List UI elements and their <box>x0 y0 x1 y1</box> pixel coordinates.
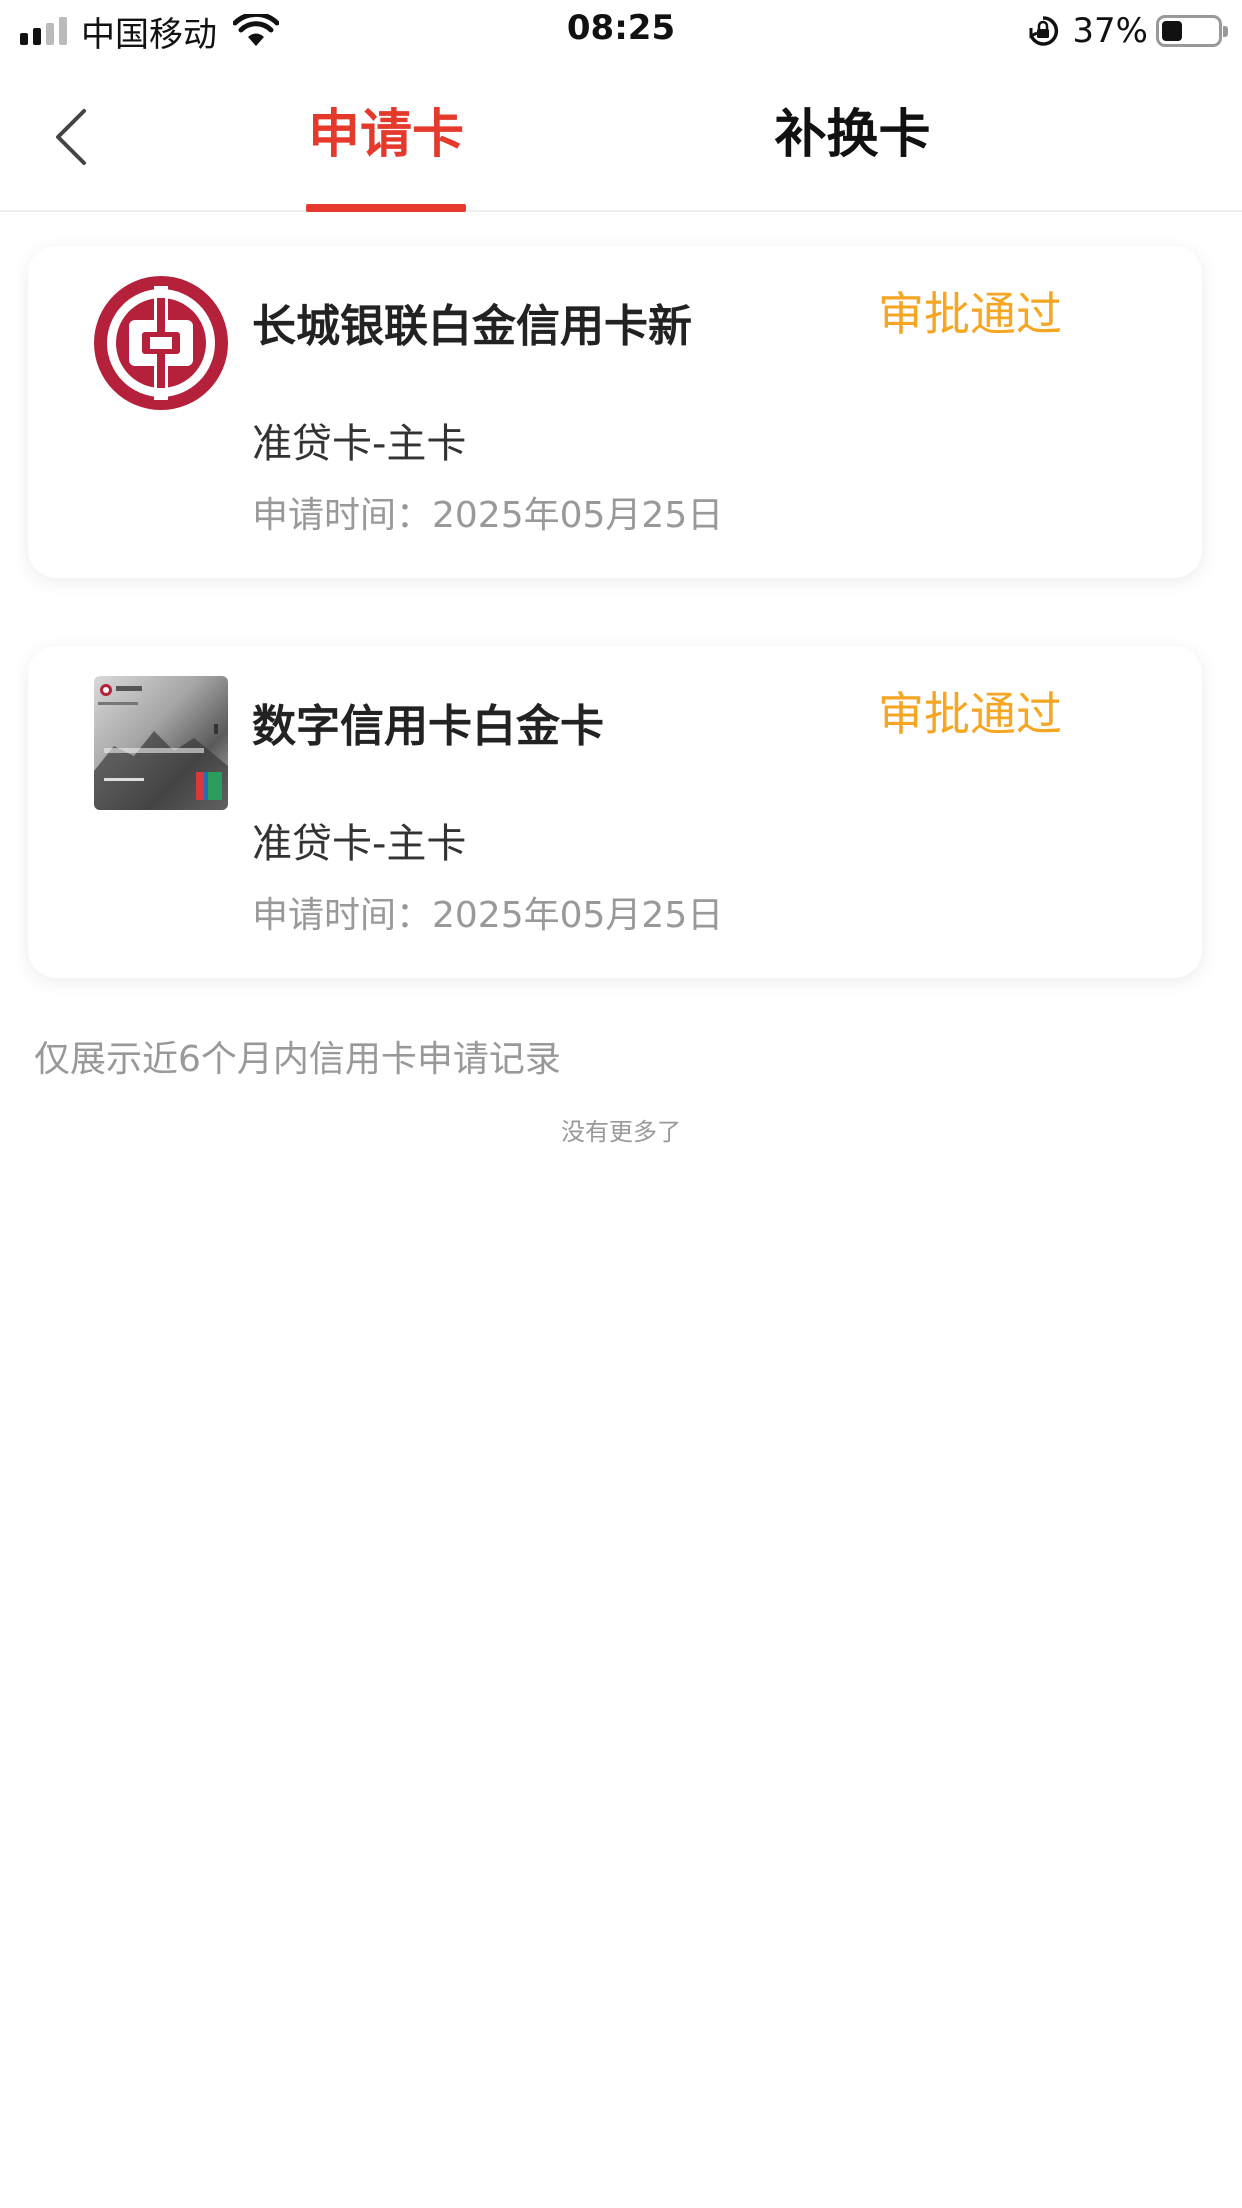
credit-card-image-icon <box>94 676 228 810</box>
apply-date: 申请时间：2025年05月25日 <box>252 895 724 936</box>
card-type: 准贷卡-主卡 <box>252 421 467 467</box>
battery-icon <box>1156 15 1228 47</box>
card-name: 数字信用卡白金卡 <box>252 701 604 752</box>
bank-of-china-logo-icon <box>94 276 228 410</box>
active-tab-indicator <box>306 204 466 212</box>
battery-percent: 37% <box>1072 11 1148 51</box>
orientation-lock-icon <box>1029 16 1059 46</box>
tab-replace-card[interactable]: 补换卡 <box>760 92 945 210</box>
status-badge: 审批通过 <box>878 687 1062 741</box>
status-bar: 中国移动 08:25 37% <box>0 0 1242 62</box>
tab-apply-card[interactable]: 申请卡 <box>306 92 466 210</box>
nav-header: 申请卡 补换卡 <box>0 62 1242 212</box>
battery-level <box>1162 21 1182 41</box>
application-card[interactable]: 长城银联白金信用卡新 审批通过 准贷卡-主卡 申请时间：2025年05月25日 <box>28 246 1202 578</box>
back-button[interactable] <box>40 102 100 172</box>
status-badge: 审批通过 <box>878 287 1062 341</box>
card-type: 准贷卡-主卡 <box>252 821 467 867</box>
chevron-left-icon <box>56 109 86 165</box>
end-of-list-text: 没有更多了 <box>561 1118 681 1146</box>
records-note: 仅展示近6个月内信用卡申请记录 <box>34 1039 561 1080</box>
application-card[interactable]: 数字信用卡白金卡 审批通过 准贷卡-主卡 申请时间：2025年05月25日 <box>28 646 1202 978</box>
apply-date: 申请时间：2025年05月25日 <box>252 495 724 536</box>
card-name: 长城银联白金信用卡新 <box>252 301 692 352</box>
status-bar-right: 37% <box>1026 8 1228 54</box>
